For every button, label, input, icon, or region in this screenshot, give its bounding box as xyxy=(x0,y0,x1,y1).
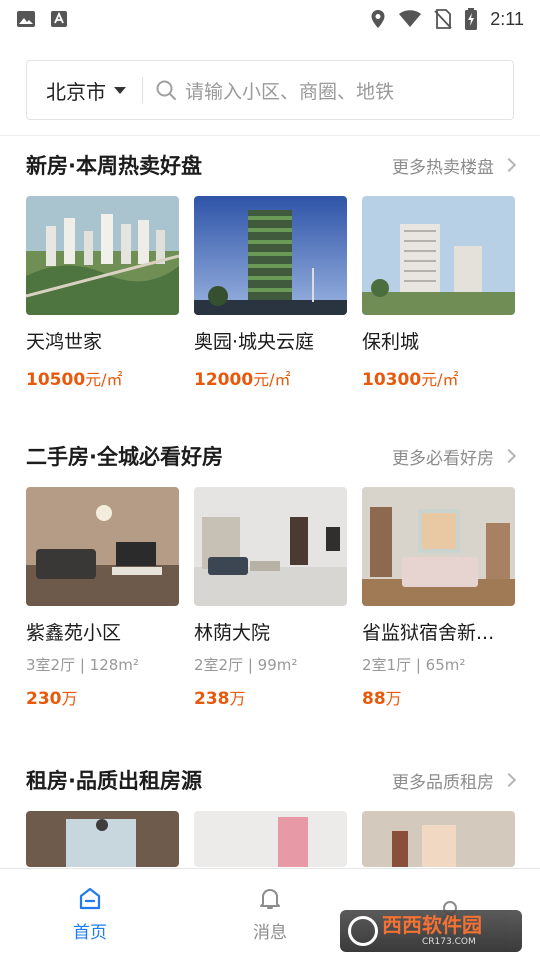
rental-card[interactable] xyxy=(362,811,515,867)
property-photo xyxy=(194,811,347,867)
property-name: 奥园·城央云庭 xyxy=(194,331,315,353)
caret-down-icon xyxy=(114,86,126,94)
property-photo xyxy=(26,196,179,315)
bell-icon xyxy=(260,889,280,909)
property-photo xyxy=(362,487,515,606)
property-layout: 2室1厅 | 65m² xyxy=(362,656,466,674)
chevron-right-icon xyxy=(501,157,517,173)
more-must-see-button[interactable]: 更多必看好房 xyxy=(392,444,517,469)
property-photo xyxy=(194,487,347,606)
property-name: 天鸿世家 xyxy=(26,331,103,353)
nav-messages[interactable]: 消息 xyxy=(180,869,360,960)
no-signal-icon xyxy=(434,9,452,29)
property-photo xyxy=(194,196,347,315)
home-icon xyxy=(79,887,101,910)
new-home-card[interactable]: 奥园·城央云庭 12000元/㎡ xyxy=(194,196,347,390)
rental-card[interactable] xyxy=(194,811,347,867)
chevron-right-icon xyxy=(501,448,517,464)
nav-home[interactable]: 首页 xyxy=(0,869,180,960)
nav-label: 消息 xyxy=(253,923,287,943)
property-price: 230万 xyxy=(26,689,78,709)
more-label: 更多热卖楼盘 xyxy=(392,157,494,178)
more-hot-button[interactable]: 更多热卖楼盘 xyxy=(392,153,517,178)
second-hand-section: 二手房·全城必看好房 更多必看好房 紫鑫苑小区 3室2厅 | 128m² 230… xyxy=(26,439,517,709)
status-bar: 2:11 xyxy=(0,0,540,38)
property-name: 紫鑫苑小区 xyxy=(26,622,122,644)
city-label: 北京市 xyxy=(46,79,106,104)
watermark-text: 西西软件园 xyxy=(382,913,482,937)
font-notification-icon xyxy=(51,11,67,27)
property-name: 保利城 xyxy=(362,331,420,353)
rental-card[interactable] xyxy=(26,811,179,867)
second-hand-card[interactable]: 紫鑫苑小区 3室2厅 | 128m² 230万 xyxy=(26,487,179,709)
second-hand-card[interactable]: 林荫大院 2室2厅 | 99m² 238万 xyxy=(194,487,347,709)
watermark-subtext: CR173.COM xyxy=(422,937,476,947)
new-home-card[interactable]: 保利城 10300元/㎡ xyxy=(362,196,515,390)
rental-section: 租房·品质出租房源 更多品质租房 xyxy=(26,763,517,867)
property-layout: 2室2厅 | 99m² xyxy=(194,656,298,674)
section-title: 二手房·全城必看好房 xyxy=(26,445,223,469)
chevron-right-icon xyxy=(501,772,517,788)
property-price: 10500元/㎡ xyxy=(26,370,123,390)
property-price: 12000元/㎡ xyxy=(194,370,291,390)
property-layout: 3室2厅 | 128m² xyxy=(26,656,139,674)
battery-icon xyxy=(465,8,478,30)
more-label: 更多必看好房 xyxy=(392,448,494,469)
header-divider xyxy=(0,135,540,136)
more-label: 更多品质租房 xyxy=(392,772,494,793)
watermark-circle-icon xyxy=(348,916,378,946)
new-home-card[interactable]: 天鸿世家 10500元/㎡ xyxy=(26,196,179,390)
image-notification-icon xyxy=(17,11,35,27)
property-price: 238万 xyxy=(194,689,246,709)
search-divider xyxy=(142,77,143,103)
status-time: 2:11 xyxy=(490,8,524,29)
city-selector[interactable]: 北京市 xyxy=(27,76,126,105)
property-photo xyxy=(26,487,179,606)
second-hand-card[interactable]: 省监狱宿舍新... 2室1厅 | 65m² 88万 xyxy=(362,487,515,709)
property-photo xyxy=(362,811,515,867)
watermark-logo: 西西软件园 CR173.COM xyxy=(340,910,522,952)
property-price: 10300元/㎡ xyxy=(362,370,459,390)
section-title: 租房·品质出租房源 xyxy=(26,769,202,793)
search-bar: 北京市 请输入小区、商圈、地铁 xyxy=(26,60,514,120)
nav-label: 首页 xyxy=(73,923,107,943)
new-homes-section: 新房·本周热卖好盘 更多热卖楼盘 天鸿世家 10500元/㎡ 奥园·城央云庭 1… xyxy=(26,148,517,390)
property-price: 88万 xyxy=(362,689,402,709)
section-title: 新房·本周热卖好盘 xyxy=(26,154,202,178)
wifi-icon xyxy=(399,10,422,27)
property-name: 林荫大院 xyxy=(194,622,271,644)
property-photo xyxy=(26,811,179,867)
more-rentals-button[interactable]: 更多品质租房 xyxy=(392,768,517,793)
search-icon xyxy=(156,80,176,100)
property-name: 省监狱宿舍新... xyxy=(362,622,495,644)
property-photo xyxy=(362,196,515,315)
search-input[interactable]: 请输入小区、商圈、地铁 xyxy=(185,77,394,104)
location-icon xyxy=(371,10,385,28)
